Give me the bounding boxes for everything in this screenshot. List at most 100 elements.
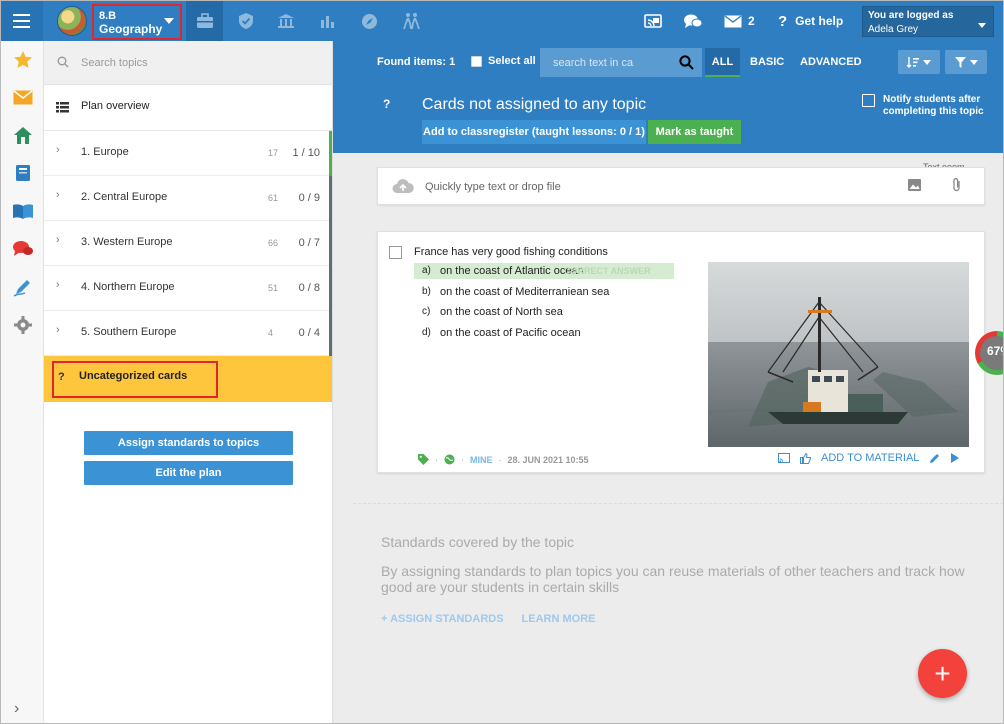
attachment-icon[interactable]	[952, 177, 962, 193]
topic-item[interactable]: › 3. Western Europe 66 0 / 7	[44, 221, 332, 266]
class-code: 8.B	[99, 10, 117, 22]
pen-icon[interactable]	[1, 269, 44, 305]
topic-item[interactable]: › 2. Central Europe 61 0 / 9	[44, 176, 332, 221]
standards-title: Standards covered by the topic	[381, 534, 575, 550]
institution-icon[interactable]	[267, 1, 304, 41]
notebook-icon[interactable]	[1, 155, 44, 191]
topic-item[interactable]: › 4. Northern Europe 51 0 / 8	[44, 266, 332, 311]
tag-icon[interactable]	[418, 454, 429, 465]
logged-as-label: You are logged as	[868, 10, 954, 21]
checkbox[interactable]	[471, 55, 482, 67]
help-icon: ?	[778, 12, 788, 30]
cloud-upload-icon[interactable]	[392, 178, 414, 194]
expand-chevron-icon[interactable]: ›	[14, 700, 19, 718]
topic-name: 5. Southern Europe	[81, 326, 177, 338]
chat-icon[interactable]	[683, 1, 703, 41]
main-content: Found items: 1 Select all search text in…	[333, 41, 1003, 723]
answer-option: a) on the coast of Atlantic ocean CORREC…	[414, 263, 674, 279]
cast-icon[interactable]	[778, 452, 790, 464]
briefcase-icon[interactable]	[186, 1, 223, 41]
chevron-right-icon[interactable]: ›	[56, 189, 60, 201]
open-book-icon[interactable]	[1, 193, 44, 229]
notify-label: Notify students after completing this to…	[883, 94, 984, 117]
sort-icon	[907, 57, 919, 68]
topic-progress: 0 / 9	[298, 192, 320, 204]
filter-advanced-tab[interactable]: ADVANCED	[800, 56, 862, 68]
card-checkbox[interactable]	[389, 246, 402, 259]
compass-icon[interactable]	[351, 1, 388, 41]
card-actions: ADD TO MATERIAL	[778, 452, 960, 464]
chevron-down-icon	[923, 59, 931, 65]
chevron-down-icon	[969, 59, 978, 65]
edit-plan-button[interactable]: Edit the plan	[84, 461, 293, 485]
mark-as-taught-button[interactable]: Mark as taught	[648, 120, 741, 144]
mail-icon[interactable]	[1, 79, 44, 115]
topic-item[interactable]: › 1. Europe 17 1 / 10	[44, 131, 332, 176]
bar-chart-icon[interactable]	[309, 1, 346, 41]
topic-name: 4. Northern Europe	[81, 281, 175, 293]
topic-progress: 0 / 8	[298, 282, 320, 294]
uncategorized-label: Uncategorized cards	[79, 370, 188, 382]
notify-checkbox[interactable]	[862, 94, 875, 107]
topic-status-bar	[329, 311, 332, 356]
messages-button[interactable]: 2	[724, 1, 755, 41]
add-fab-button[interactable]: +	[918, 649, 967, 698]
filter-all-tab[interactable]: ALL	[705, 48, 740, 77]
topic-status-bar	[329, 131, 332, 176]
star-icon[interactable]	[1, 41, 44, 77]
filter-button[interactable]	[945, 50, 987, 74]
thumbs-up-icon[interactable]	[800, 452, 811, 464]
select-all-checkbox[interactable]: Select all	[471, 55, 536, 67]
assign-standards-button[interactable]: Assign standards to topics	[84, 431, 293, 455]
topic-status-bar	[329, 266, 332, 311]
cast-icon[interactable]	[644, 1, 662, 41]
answer-letter: a)	[422, 265, 431, 276]
topic-name: 3. Western Europe	[81, 236, 173, 248]
image-icon[interactable]	[908, 179, 921, 191]
app-window: 8.B Geography 2 ? Get help You are logge…	[0, 0, 1004, 724]
class-avatar[interactable]	[57, 6, 87, 36]
edit-icon[interactable]	[929, 453, 940, 464]
sort-button[interactable]	[898, 50, 940, 74]
progress-percent: 67%	[987, 344, 1003, 358]
learn-more-link[interactable]: LEARN MORE	[522, 613, 596, 625]
card-search-input[interactable]: search text in ca	[540, 48, 702, 77]
students-walking-icon[interactable]	[392, 1, 429, 41]
gear-icon[interactable]	[1, 307, 44, 343]
answer-option: d) on the coast of Pacific ocean	[414, 325, 674, 341]
quick-input[interactable]: Quickly type text or drop file	[377, 167, 985, 205]
answer-letter: c)	[422, 306, 431, 317]
found-items-count: Found items: 1	[377, 56, 456, 68]
search-icon	[57, 56, 69, 68]
topic-card-count: 4	[268, 328, 274, 338]
chevron-right-icon[interactable]: ›	[56, 279, 60, 291]
user-menu[interactable]: You are logged as Adela Grey	[862, 6, 994, 37]
topic-name: 1. Europe	[81, 146, 129, 158]
play-icon[interactable]	[950, 453, 960, 463]
chevron-right-icon[interactable]: ›	[56, 234, 60, 246]
shield-icon[interactable]	[227, 1, 264, 41]
topic-item[interactable]: › 5. Southern Europe 4 0 / 4	[44, 311, 332, 356]
add-to-classregister-button[interactable]: Add to classregister (taught lessons: 0 …	[422, 120, 646, 144]
search-icon[interactable]	[679, 55, 694, 70]
fishing-boat-image[interactable]	[708, 262, 969, 447]
chevron-right-icon[interactable]: ›	[56, 144, 60, 156]
assign-standards-link[interactable]: + ASSIGN STANDARDS	[381, 613, 504, 625]
home-icon[interactable]	[1, 117, 44, 153]
filter-basic-tab[interactable]: BASIC	[750, 56, 784, 68]
globe-icon[interactable]	[444, 454, 455, 465]
add-to-material-link[interactable]: ADD TO MATERIAL	[821, 452, 919, 464]
class-selector[interactable]: 8.B Geography	[92, 4, 182, 40]
uncategorized-cards-item[interactable]: ? Uncategorized cards	[44, 356, 332, 402]
topic-search-input[interactable]: Search topics	[81, 57, 148, 69]
card-meta: · · MINE · 28. JUN 2021 10:55	[418, 454, 589, 465]
chevron-right-icon[interactable]: ›	[56, 324, 60, 336]
topic-progress: 0 / 4	[298, 327, 320, 339]
menu-icon[interactable]	[1, 1, 43, 41]
topic-card-count: 66	[268, 238, 279, 248]
topic-search[interactable]: Search topics	[44, 41, 332, 85]
plan-overview-item[interactable]: Plan overview	[44, 85, 332, 131]
get-help-button[interactable]: ? Get help	[778, 1, 843, 41]
question-text: France has very good fishing conditions	[414, 246, 608, 258]
discussion-icon[interactable]	[1, 231, 44, 267]
